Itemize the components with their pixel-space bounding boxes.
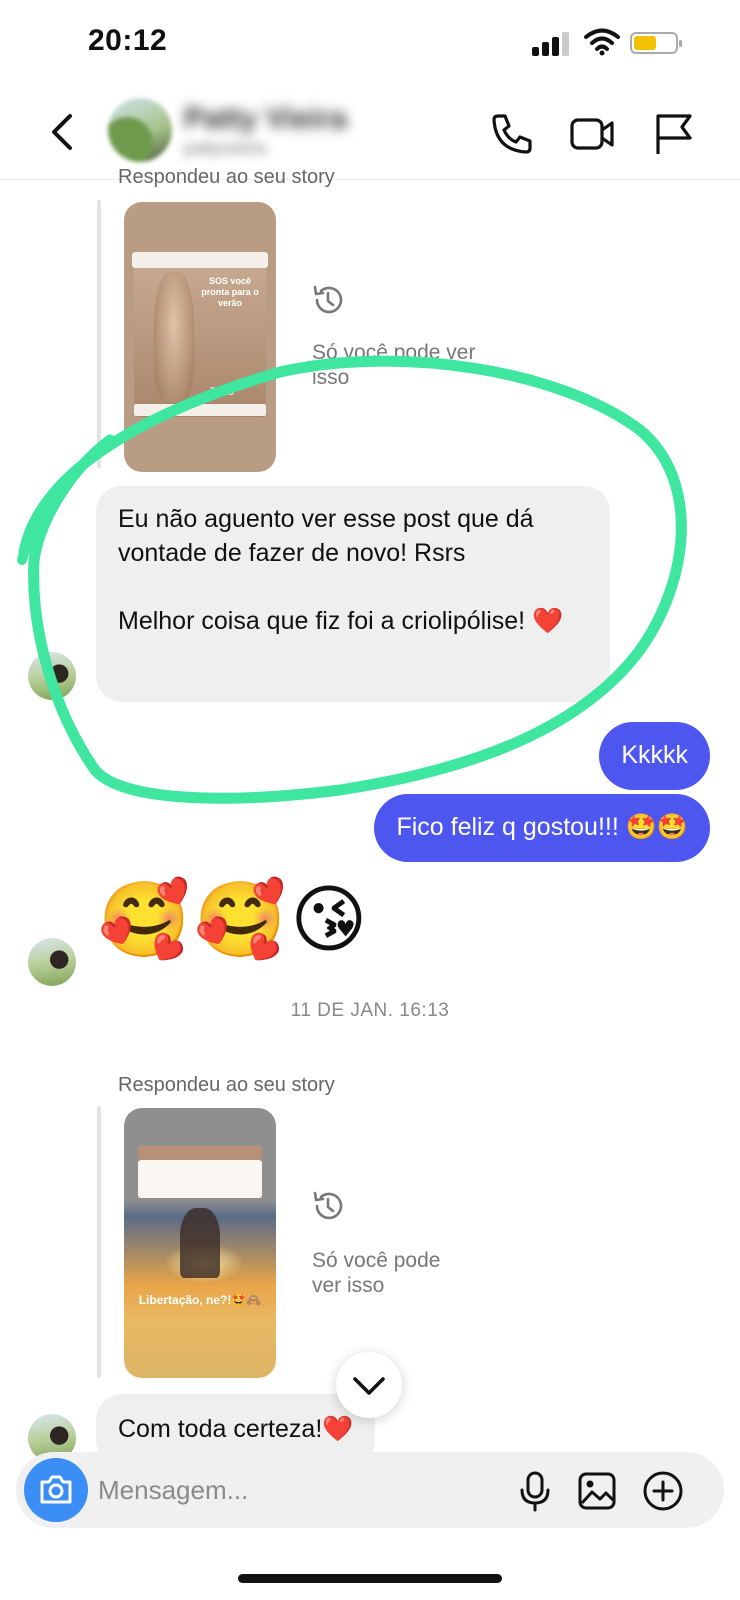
contact-avatar[interactable] [108, 98, 172, 162]
message-text: Eu não aguento ver esse post que dá vont… [118, 505, 534, 567]
signal-icon [532, 30, 572, 56]
story-title: SOS você pronta para o verão [201, 276, 259, 308]
image-icon[interactable] [576, 1470, 618, 1512]
sender-avatar[interactable] [28, 652, 76, 700]
status-time: 20:12 [88, 24, 168, 57]
emoji-message[interactable]: 🥰🥰😘 [98, 876, 371, 964]
message-input[interactable] [98, 1470, 498, 1510]
only-you-label: Só você pode ver isso [312, 1249, 441, 1297]
microphone-icon[interactable] [514, 1470, 556, 1512]
contact-username: pattyvieira [184, 138, 267, 158]
story-label: Libertação, ne?!🤩🙈 [138, 1293, 262, 1307]
camera-icon [40, 1475, 72, 1504]
home-indicator[interactable] [238, 1574, 502, 1583]
battery-icon [630, 32, 682, 54]
outgoing-message[interactable]: Fico feliz q gostou!!! 🤩🤩 [374, 794, 710, 862]
message-text: Melhor coisa que fiz foi a criolipólise! [118, 607, 526, 635]
message-text: Com toda certeza! [118, 1415, 323, 1443]
story-thumbnail[interactable]: SOS você pronta para o verão Tuko [124, 202, 276, 472]
date-separator: 11 DE JAN. 16:13 [290, 1000, 450, 1021]
only-you-label: Só você pode ver isso [312, 341, 476, 389]
chat-header: Patty Vieira pattyvieira [0, 88, 740, 180]
video-camera-icon[interactable] [568, 110, 616, 158]
story-thumbnail[interactable]: Libertação, ne?!🤩🙈 [124, 1108, 276, 1378]
camera-button[interactable] [24, 1458, 88, 1522]
heart-emoji: ❤️ [532, 607, 564, 635]
story-reply-caption: Respondeu ao seu story [118, 1074, 335, 1096]
flag-icon[interactable] [650, 110, 698, 158]
story-reply-caption: Respondeu ao seu story [118, 166, 335, 188]
history-icon [313, 1191, 343, 1220]
incoming-message[interactable]: Eu não aguento ver esse post que dá vont… [96, 486, 610, 702]
wifi-icon [584, 28, 620, 56]
status-bar: 20:12 [0, 0, 740, 88]
history-icon [313, 285, 343, 314]
sender-avatar[interactable] [28, 938, 76, 986]
reply-indicator [97, 200, 101, 468]
contact-name[interactable]: Patty Vieira [184, 102, 347, 136]
reply-indicator [97, 1106, 101, 1378]
chevron-down-icon [353, 1377, 385, 1395]
outgoing-message[interactable]: Kkkkk [599, 722, 710, 790]
phone-icon[interactable] [488, 110, 536, 158]
chevron-left-icon[interactable] [44, 108, 84, 156]
message-composer [16, 1452, 724, 1528]
plus-circle-icon[interactable] [642, 1470, 684, 1512]
scroll-to-bottom-button[interactable] [336, 1352, 402, 1418]
heart-emoji: ❤️ [322, 1415, 354, 1443]
story-brand: Tuko [210, 386, 235, 398]
